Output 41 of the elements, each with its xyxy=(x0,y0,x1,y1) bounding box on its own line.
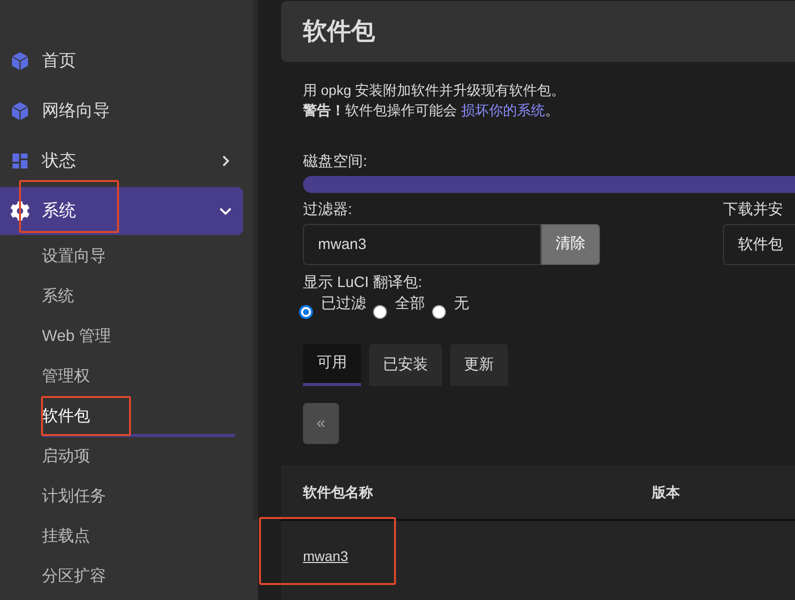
cube-icon xyxy=(10,51,30,71)
scrollbar-thumb[interactable] xyxy=(253,0,258,520)
column-header: 软件包名称 xyxy=(303,482,374,502)
clear-button[interactable]: 清除 xyxy=(541,224,600,265)
filter-field[interactable]: mwan3 xyxy=(303,224,541,265)
radio-button[interactable] xyxy=(432,305,446,319)
radio-button[interactable] xyxy=(373,305,387,319)
package-name-field[interactable]: 软件包 xyxy=(723,224,795,265)
sidebar-item[interactable]: 状态 xyxy=(0,137,243,185)
submenu-item[interactable]: 系统 xyxy=(42,277,235,317)
settings-icon xyxy=(10,201,30,221)
submenu-item[interactable]: 软件包 xyxy=(42,397,235,437)
radio-label: 已过滤 xyxy=(321,294,366,314)
cube-icon xyxy=(10,101,30,121)
disk-space-label: 磁盘空间: xyxy=(303,152,368,172)
download-label: 下载并安 xyxy=(723,200,784,220)
radio-label: 全部 xyxy=(395,294,425,314)
package-link[interactable]: mwan3 xyxy=(303,546,348,566)
dashboard-icon xyxy=(10,151,30,171)
radio-button[interactable] xyxy=(299,305,313,319)
tab[interactable]: 已安装 xyxy=(369,344,442,386)
warning-link[interactable]: 损坏你的系统 xyxy=(460,102,545,118)
submenu-item[interactable]: 挂载点 xyxy=(42,517,235,557)
radio-label: 无 xyxy=(454,294,469,314)
description-text: 用 opkg 安装附加软件并升级现有软件包。 xyxy=(303,81,566,100)
page-title: 软件包 xyxy=(303,16,375,46)
sidebar-item[interactable]: 网络向导 xyxy=(0,87,243,135)
filter-label: 过滤器: xyxy=(303,200,354,220)
sidebar-item[interactable]: 首页 xyxy=(0,37,243,85)
submenu-item[interactable]: 管理权 xyxy=(42,357,235,397)
submenu-item[interactable]: Web 管理 xyxy=(42,317,235,357)
submenu-item[interactable]: 启动项 xyxy=(42,437,235,477)
submenu-item[interactable]: 计划任务 xyxy=(42,477,235,517)
tab[interactable]: 可用 xyxy=(303,344,361,386)
warning-text: 警告！软件包操作可能会 损坏你的系统。 xyxy=(303,101,560,120)
sidebar-item[interactable]: 系统 xyxy=(0,187,243,235)
submenu-item[interactable]: 分区扩容 xyxy=(42,557,235,597)
tab[interactable]: 更新 xyxy=(450,344,508,386)
column-header: 版本 xyxy=(652,482,680,502)
translations-label: 显示 LuCI 翻译包: xyxy=(303,273,424,293)
submenu-item[interactable]: 设置向导 xyxy=(42,237,235,277)
